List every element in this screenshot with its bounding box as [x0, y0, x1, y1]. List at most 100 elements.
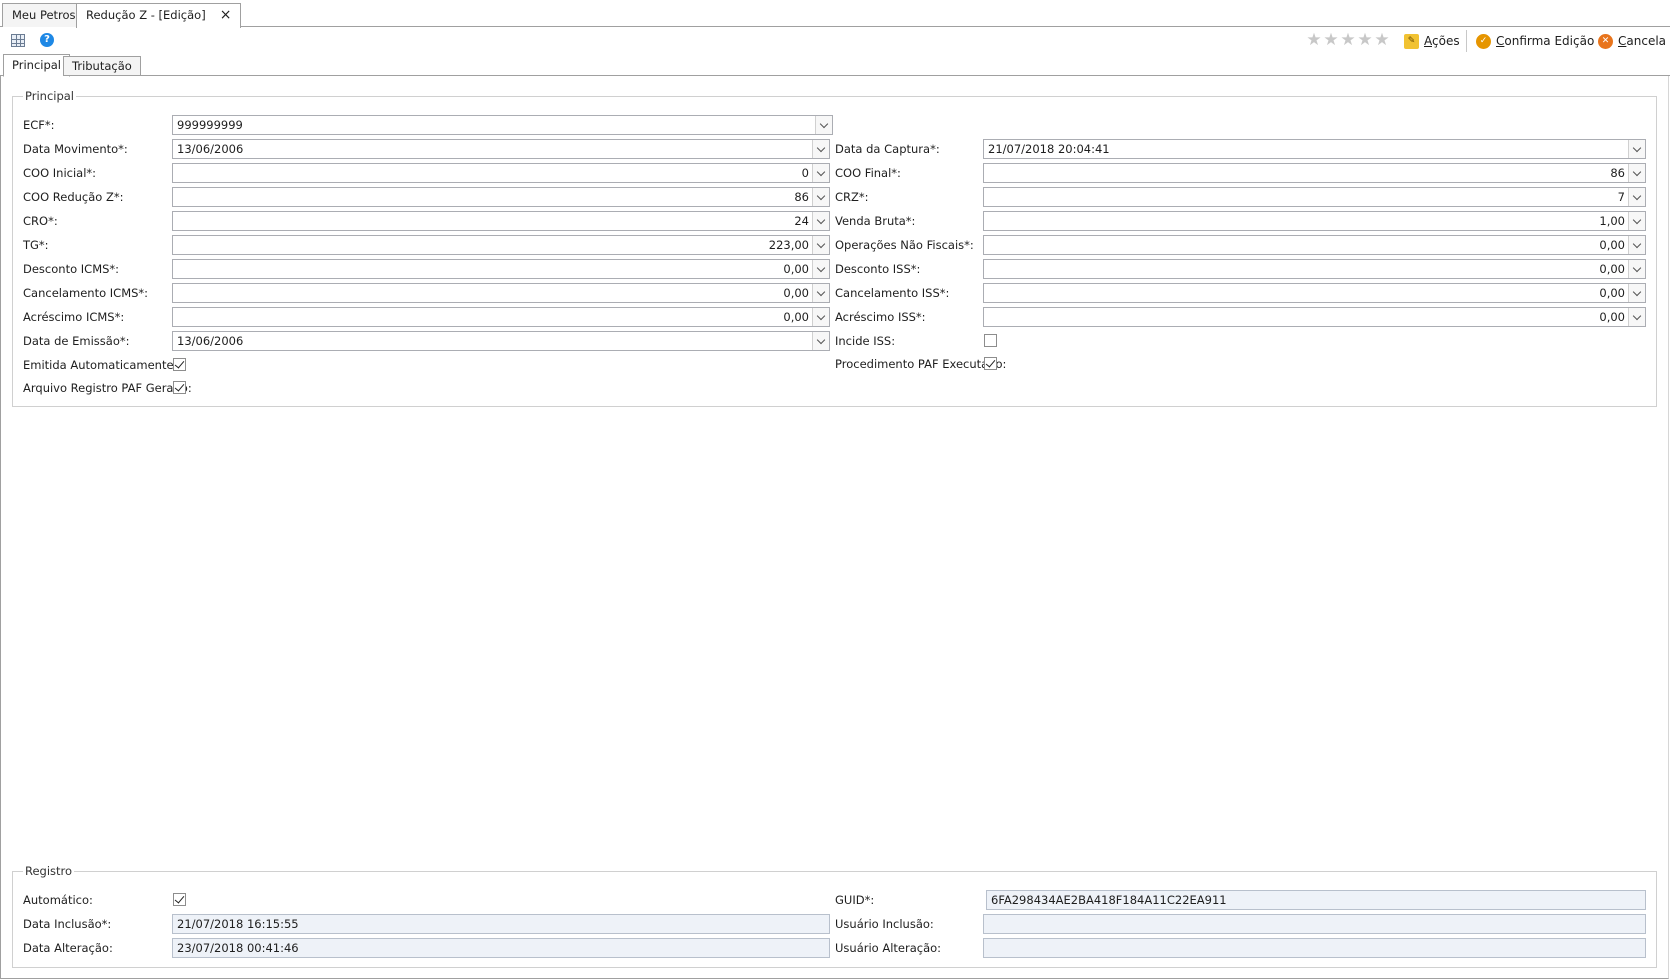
data-inclusao-field: 21/07/2018 16:15:55	[172, 914, 830, 934]
cancelamento-iss-field[interactable]: 0,00	[983, 283, 1646, 303]
desconto-iss-value: 0,00	[1599, 262, 1625, 276]
tab-tributacao[interactable]: Tributação	[63, 56, 141, 76]
crz-value: 7	[1617, 190, 1625, 204]
acoes-button[interactable]: ✎ Ações	[1404, 31, 1460, 51]
chevron-down-icon[interactable]	[1628, 260, 1645, 278]
tg-field[interactable]: 223,00	[172, 235, 830, 255]
help-icon[interactable]: ?	[38, 31, 56, 49]
venda-bruta-value: 1,00	[1599, 214, 1625, 228]
document-tab-strip: Meu Petros Redução Z - [Edição] ×	[0, 0, 1670, 28]
chevron-down-icon[interactable]	[1628, 308, 1645, 326]
desconto-icms-label: Desconto ICMS*:	[23, 262, 120, 276]
cancelamento-icms-field[interactable]: 0,00	[172, 283, 830, 303]
desconto-iss-label: Desconto ISS*:	[835, 262, 921, 276]
data-emissao-label: Data de Emissão*:	[23, 334, 130, 348]
arquivo-paf-checkbox[interactable]	[173, 381, 186, 394]
close-icon[interactable]: ×	[220, 7, 232, 23]
confirm-icon: ✓	[1476, 33, 1491, 49]
star-icon[interactable]: ★	[1357, 30, 1374, 50]
coo-final-field[interactable]: 86	[983, 163, 1646, 183]
rating-stars[interactable]: ★★★★★	[1306, 30, 1391, 50]
chevron-down-icon[interactable]	[812, 332, 829, 350]
ecf-select[interactable]: 999999999	[172, 115, 833, 135]
star-icon[interactable]: ★	[1374, 30, 1391, 50]
cro-field[interactable]: 24	[172, 211, 830, 231]
incide-iss-checkbox[interactable]	[984, 334, 997, 347]
coo-inicial-field[interactable]: 0	[172, 163, 830, 183]
chevron-down-icon[interactable]	[812, 284, 829, 302]
doc-tab-label: Meu Petros	[12, 8, 76, 22]
coo-inicial-value: 0	[801, 166, 809, 180]
chevron-down-icon[interactable]	[815, 116, 832, 134]
star-icon[interactable]: ★	[1323, 30, 1340, 50]
star-icon[interactable]: ★	[1340, 30, 1357, 50]
tg-value: 223,00	[768, 238, 809, 252]
desconto-iss-field[interactable]: 0,00	[983, 259, 1646, 279]
data-captura-value: 21/07/2018 20:04:41	[988, 142, 1110, 156]
form-tab-strip: Principal Tributação	[0, 54, 1670, 77]
chevron-down-icon[interactable]	[812, 140, 829, 158]
chevron-down-icon[interactable]	[812, 164, 829, 182]
chevron-down-icon[interactable]	[1628, 164, 1645, 182]
data-alteracao-label: Data Alteração:	[23, 941, 113, 955]
chevron-down-icon[interactable]	[1628, 188, 1645, 206]
coo-inicial-label: COO Inicial*:	[23, 166, 97, 180]
guid-value: 6FA298434AE2BA418F184A11C22EA911	[991, 893, 1227, 907]
venda-bruta-label: Venda Bruta*:	[835, 214, 916, 228]
acrescimo-iss-value: 0,00	[1599, 310, 1625, 324]
data-captura-label: Data da Captura*:	[835, 142, 940, 156]
guid-field: 6FA298434AE2BA418F184A11C22EA911	[986, 890, 1646, 910]
data-movimento-field[interactable]: 13/06/2006	[172, 139, 830, 159]
chevron-down-icon[interactable]	[812, 236, 829, 254]
usuario-alteracao-field	[983, 938, 1646, 958]
incide-iss-label: Incide ISS:	[835, 334, 896, 348]
automatico-checkbox[interactable]	[173, 893, 186, 906]
doc-tab-meu-petros[interactable]: Meu Petros	[2, 3, 86, 27]
cancela-button[interactable]: ✕ Cancela	[1598, 31, 1666, 51]
chevron-down-icon[interactable]	[812, 212, 829, 230]
procedimento-paf-checkbox[interactable]	[984, 357, 997, 370]
coo-reducao-field[interactable]: 86	[172, 187, 830, 207]
chevron-down-icon[interactable]	[1628, 236, 1645, 254]
data-alteracao-field: 23/07/2018 00:41:46	[172, 938, 830, 958]
data-captura-field[interactable]: 21/07/2018 20:04:41	[983, 139, 1646, 159]
chevron-down-icon[interactable]	[1628, 140, 1645, 158]
ecf-label: ECF*:	[23, 118, 55, 132]
coo-final-label: COO Final*:	[835, 166, 901, 180]
desconto-icms-value: 0,00	[783, 262, 809, 276]
operacoes-nao-fiscais-field[interactable]: 0,00	[983, 235, 1646, 255]
chevron-down-icon[interactable]	[1628, 212, 1645, 230]
tab-principal[interactable]: Principal	[3, 54, 71, 77]
acrescimo-iss-field[interactable]: 0,00	[983, 307, 1646, 327]
emitida-auto-checkbox[interactable]	[173, 358, 186, 371]
guid-label: GUID*:	[835, 893, 875, 907]
data-emissao-value: 13/06/2006	[177, 334, 244, 348]
data-emissao-field[interactable]: 13/06/2006	[172, 331, 830, 351]
automatico-label: Automático:	[23, 893, 93, 907]
desconto-icms-field[interactable]: 0,00	[172, 259, 830, 279]
doc-tab-reducao-z[interactable]: Redução Z - [Edição] ×	[76, 3, 242, 28]
chevron-down-icon[interactable]	[1628, 284, 1645, 302]
arquivo-paf-label: Arquivo Registro PAF Gerado:	[23, 381, 192, 395]
procedimento-paf-label: Procedimento PAF Executado:	[835, 357, 1007, 371]
usuario-inclusao-label: Usuário Inclusão:	[835, 917, 934, 931]
coo-final-value: 86	[1610, 166, 1625, 180]
venda-bruta-field[interactable]: 1,00	[983, 211, 1646, 231]
cro-value: 24	[794, 214, 809, 228]
cancelamento-iss-label: Cancelamento ISS*:	[835, 286, 950, 300]
confirma-edicao-button[interactable]: ✓ Confirma Edição	[1476, 31, 1594, 51]
chevron-down-icon[interactable]	[812, 260, 829, 278]
grid-view-icon[interactable]	[9, 31, 27, 49]
chevron-down-icon[interactable]	[812, 308, 829, 326]
operacoes-nao-fiscais-label: Operações Não Fiscais*:	[835, 238, 974, 252]
chevron-down-icon[interactable]	[812, 188, 829, 206]
acrescimo-icms-field[interactable]: 0,00	[172, 307, 830, 327]
toolbar-separator	[1466, 30, 1467, 52]
usuario-inclusao-field	[983, 914, 1646, 934]
star-icon[interactable]: ★	[1306, 30, 1323, 50]
acoes-label: ções	[1432, 34, 1460, 48]
cancelamento-icms-value: 0,00	[783, 286, 809, 300]
crz-field[interactable]: 7	[983, 187, 1646, 207]
data-movimento-value: 13/06/2006	[177, 142, 244, 156]
crz-label: CRZ*:	[835, 190, 869, 204]
